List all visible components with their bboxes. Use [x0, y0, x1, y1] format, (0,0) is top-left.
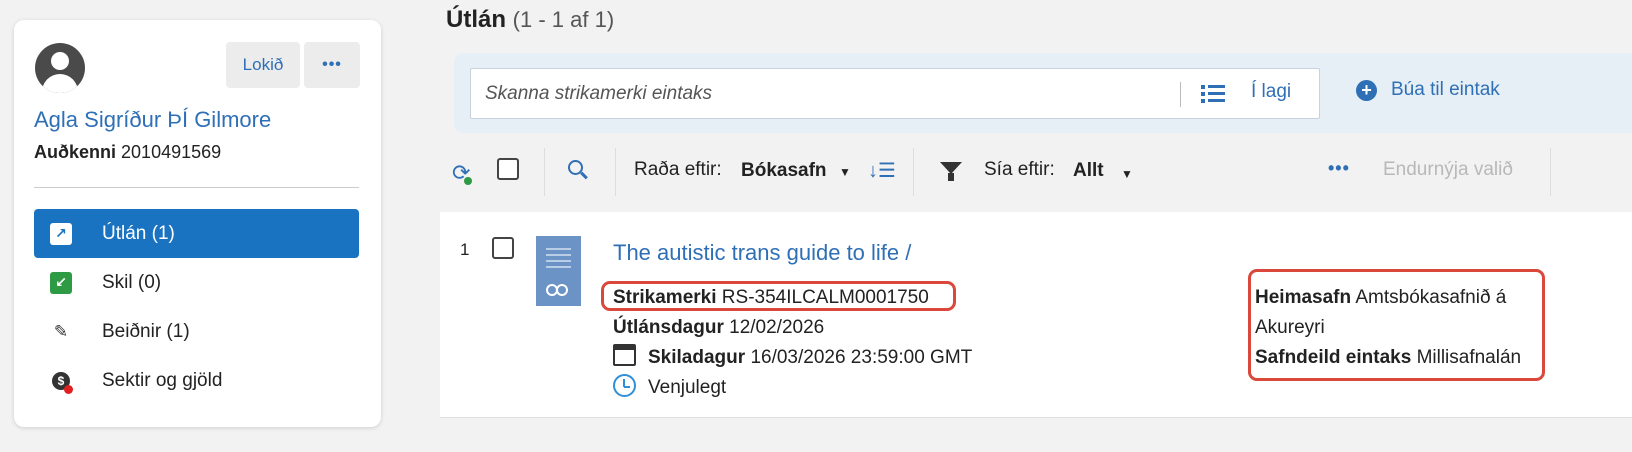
- filter-label: Sía eftir:: [984, 159, 1055, 180]
- done-button[interactable]: Lokið: [226, 42, 300, 88]
- sort-direction-icon[interactable]: ↓☰: [868, 158, 896, 183]
- row-number: 1: [460, 240, 470, 259]
- nav-item-fines[interactable]: $ Sektir og gjöld: [34, 356, 359, 405]
- page-title-count: (1 - 1 af 1): [512, 7, 615, 32]
- user-card: Lokið ••• Agla Sigríður ÞÍ Gilmore Auðke…: [14, 20, 381, 427]
- scan-box: Í lagi: [470, 68, 1320, 119]
- nav-item-requests[interactable]: ✎ Beiðnir (1): [34, 307, 359, 356]
- status-dot: [464, 177, 472, 185]
- search-icon[interactable]: [568, 160, 588, 180]
- due-date-value: 16/03/2026 23:59:00 GMT: [750, 347, 973, 368]
- book-cover-thumbnail: [536, 236, 581, 306]
- separator: [1550, 148, 1551, 196]
- sort-label: Raða eftir:: [634, 159, 722, 180]
- filter-dropdown[interactable]: Allt: [1073, 160, 1104, 182]
- separator: [615, 148, 616, 196]
- nav-item-label: Skil (0): [102, 271, 162, 293]
- avatar-icon: [35, 43, 85, 93]
- return-icon: ↙: [50, 271, 72, 294]
- ok-button[interactable]: Í lagi: [1251, 81, 1291, 103]
- item-location-field: Safndeild eintaks Millisafnalán: [1255, 347, 1521, 369]
- more-actions-button[interactable]: •••: [304, 42, 360, 88]
- page-title: Útlán (1 - 1 af 1): [446, 6, 614, 34]
- loan-date-value: 12/02/2026: [729, 317, 825, 338]
- more-actions-icon[interactable]: •••: [1328, 158, 1350, 179]
- nav-item-returns[interactable]: ↙ Skil (0): [34, 258, 359, 307]
- barcode-scan-input[interactable]: [485, 69, 1175, 118]
- clock-icon: [613, 374, 636, 397]
- row-checkbox[interactable]: [492, 237, 514, 259]
- loan-policy: Venjulegt: [648, 377, 727, 398]
- list-icon[interactable]: [1201, 83, 1225, 105]
- separator: [544, 148, 545, 196]
- due-date-label: Skiladagur: [648, 347, 746, 368]
- plus-circle-icon: +: [1356, 79, 1377, 101]
- filter-icon-stem: [948, 173, 954, 181]
- barcode-label: Strikamerki: [613, 287, 717, 308]
- user-id-label: Auðkenni: [34, 142, 117, 162]
- chevron-down-icon[interactable]: ▼: [1121, 167, 1133, 181]
- calendar-icon: [613, 344, 636, 366]
- nav-item-label: Beiðnir (1): [102, 320, 190, 342]
- main-content: Útlán (1 - 1 af 1) Í lagi + Búa til eint…: [440, 0, 1632, 452]
- page-title-text: Útlán: [446, 6, 506, 33]
- nav-item-label: Sektir og gjöld: [102, 369, 223, 391]
- separator: [1180, 82, 1181, 107]
- barcode-value: RS-354ILCALM0001750: [721, 287, 929, 308]
- user-name-link[interactable]: Agla Sigríður ÞÍ Gilmore: [34, 107, 271, 133]
- loan-icon: ↗: [50, 222, 72, 245]
- due-date-field: Skiladagur 16/03/2026 23:59:00 GMT: [648, 347, 972, 369]
- renew-selected-button[interactable]: Endurnýja valið: [1383, 159, 1513, 181]
- home-library-value: Amtsbókasafnið á: [1355, 287, 1507, 308]
- scan-panel: Í lagi + Búa til eintak: [454, 53, 1632, 133]
- select-all-checkbox[interactable]: [497, 158, 519, 180]
- user-id: Auðkenni 2010491569: [34, 142, 221, 163]
- home-library-value-cont: Akureyri: [1255, 317, 1325, 338]
- nav-item-loans[interactable]: ↗ Útlán (1): [34, 209, 359, 258]
- home-library-field: Heimasafn Amtsbókasafnið á: [1255, 287, 1506, 309]
- sort-dropdown[interactable]: Bókasafn: [741, 160, 827, 182]
- user-id-value: 2010491569: [121, 142, 222, 162]
- toolbar: ⟳ Raða eftir: Bókasafn ▼ ↓☰ Sía eftir: A…: [440, 148, 1632, 196]
- request-icon: ✎: [53, 321, 69, 341]
- loan-list: 1 The autistic trans guide to life / Str…: [440, 212, 1632, 418]
- item-location-label: Safndeild eintaks: [1255, 347, 1412, 368]
- separator: [913, 148, 914, 196]
- item-location-value: Millisafnalán: [1416, 347, 1522, 368]
- fine-icon: $: [50, 370, 73, 394]
- create-item-label: Búa til eintak: [1391, 79, 1500, 100]
- home-library-label: Heimasafn: [1255, 287, 1352, 308]
- chevron-down-icon[interactable]: ▼: [839, 165, 851, 179]
- nav-item-label: Útlán (1): [102, 222, 175, 244]
- divider: [34, 187, 359, 188]
- create-item-button[interactable]: + Búa til eintak: [1356, 79, 1500, 101]
- barcode-field: Strikamerki RS-354ILCALM0001750: [613, 287, 929, 309]
- loan-date-label: Útlánsdagur: [613, 317, 724, 338]
- book-title-link[interactable]: The autistic trans guide to life /: [613, 240, 911, 266]
- loan-date-field: Útlánsdagur 12/02/2026: [613, 317, 824, 339]
